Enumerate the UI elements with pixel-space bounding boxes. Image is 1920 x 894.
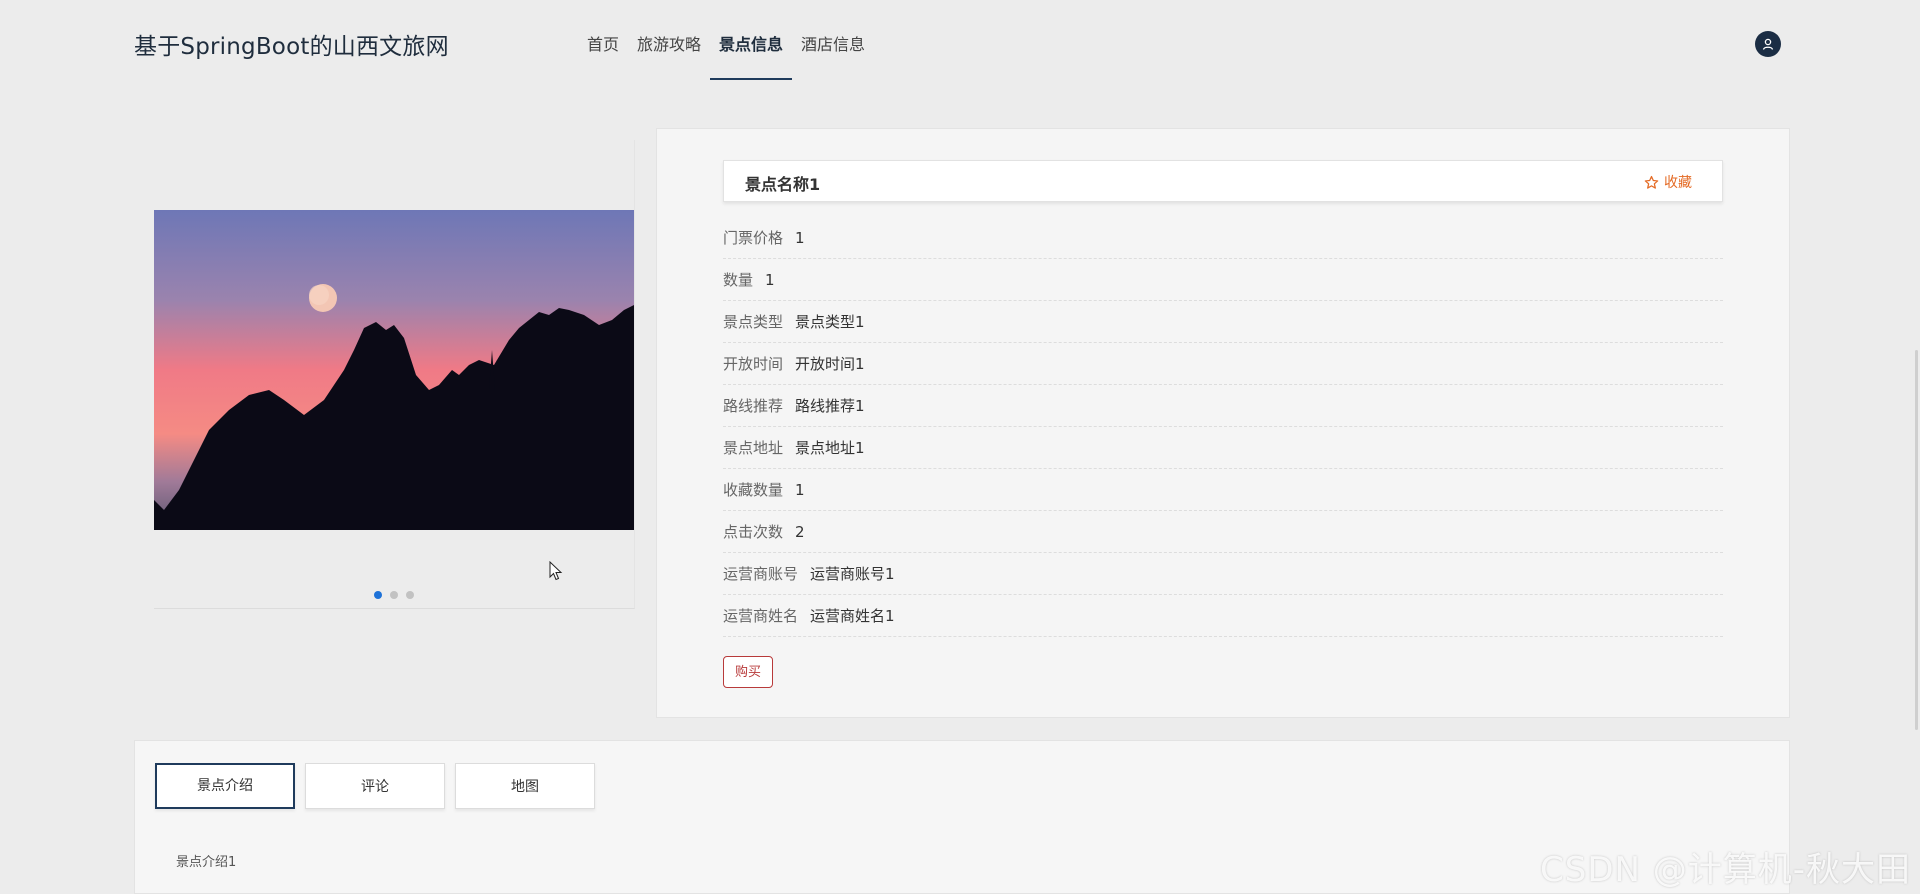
- field-value: 运营商账号1: [810, 565, 895, 583]
- buy-button[interactable]: 购买: [723, 656, 773, 688]
- field-label: 开放时间: [723, 355, 784, 373]
- tab-bar: 景点介绍 评论 地图: [155, 763, 595, 809]
- field-favorite-count: 收藏数量 1: [723, 469, 1723, 511]
- field-value: 1: [795, 228, 805, 247]
- field-label: 点击次数: [723, 523, 784, 541]
- attraction-name-bar: 景点名称1 收藏: [723, 160, 1723, 202]
- field-value: 路线推荐1: [795, 397, 865, 415]
- field-open-time: 开放时间 开放时间1: [723, 343, 1723, 385]
- field-value: 1: [765, 270, 775, 289]
- user-account-button[interactable]: [1755, 31, 1781, 57]
- nav-item-attractions[interactable]: 景点信息: [710, 0, 793, 82]
- field-value: 1: [795, 480, 805, 499]
- field-label: 运营商账号: [723, 565, 799, 583]
- field-address: 景点地址 景点地址1: [723, 427, 1723, 469]
- field-value: 开放时间1: [795, 355, 865, 373]
- user-icon: [1762, 38, 1774, 50]
- field-click-count: 点击次数 2: [723, 511, 1723, 553]
- carousel-dot[interactable]: [390, 591, 398, 599]
- mouse-cursor-icon: [549, 561, 563, 581]
- field-value: 景点地址1: [795, 439, 865, 457]
- field-attraction-type: 景点类型 景点类型1: [723, 301, 1723, 343]
- field-route-recommendation: 路线推荐 路线推荐1: [723, 385, 1723, 427]
- field-label: 数量: [723, 271, 754, 289]
- field-label: 景点类型: [723, 313, 784, 331]
- nav-item-hotels[interactable]: 酒店信息: [792, 0, 874, 82]
- tab-comments[interactable]: 评论: [305, 763, 445, 809]
- field-value: 景点类型1: [795, 313, 865, 331]
- mountain-sunset-photo: [154, 210, 634, 530]
- favorite-label: 收藏: [1664, 175, 1692, 191]
- introduction-content: 景点介绍1: [176, 855, 237, 870]
- page-scrollbar[interactable]: [1915, 350, 1918, 730]
- field-ticket-price: 门票价格 1: [723, 217, 1723, 259]
- favorite-button[interactable]: 收藏: [1644, 172, 1692, 192]
- tab-map[interactable]: 地图: [455, 763, 595, 809]
- watermark: CSDN @计算机-秋大田: [1540, 850, 1912, 890]
- field-value: 运营商姓名1: [810, 607, 895, 625]
- image-carousel[interactable]: [154, 140, 635, 609]
- attraction-name: 景点名称1: [745, 175, 821, 194]
- field-label: 收藏数量: [723, 481, 784, 499]
- main-nav: 首页 旅游攻略 景点信息 酒店信息: [578, 0, 874, 82]
- field-label: 景点地址: [723, 439, 784, 457]
- attraction-fields: 门票价格 1 数量 1 景点类型 景点类型1 开放时间 开放时间1 路线推荐 路…: [723, 217, 1723, 637]
- top-header: 基于SpringBoot的山西文旅网 首页 旅游攻略 景点信息 酒店信息: [0, 0, 1920, 82]
- carousel-dot[interactable]: [406, 591, 414, 599]
- star-icon: [1644, 175, 1659, 189]
- field-value: 2: [795, 522, 805, 541]
- field-label: 路线推荐: [723, 397, 784, 415]
- field-label: 门票价格: [723, 229, 784, 247]
- attraction-detail-panel: 景点名称1 收藏 门票价格 1 数量 1 景点类型 景点类型1 开放时间 开放时…: [656, 128, 1790, 718]
- field-operator-account: 运营商账号 运营商账号1: [723, 553, 1723, 595]
- page: 基于SpringBoot的山西文旅网 首页 旅游攻略 景点信息 酒店信息 景点名…: [0, 0, 1920, 894]
- field-label: 运营商姓名: [723, 607, 799, 625]
- carousel-dots: [374, 591, 414, 599]
- nav-item-home[interactable]: 首页: [578, 0, 628, 82]
- field-quantity: 数量 1: [723, 259, 1723, 301]
- carousel-dot[interactable]: [374, 591, 382, 599]
- site-title: 基于SpringBoot的山西文旅网: [134, 34, 449, 60]
- tab-introduction[interactable]: 景点介绍: [155, 763, 295, 809]
- nav-item-travel-guide[interactable]: 旅游攻略: [628, 0, 710, 82]
- field-operator-name: 运营商姓名 运营商姓名1: [723, 595, 1723, 637]
